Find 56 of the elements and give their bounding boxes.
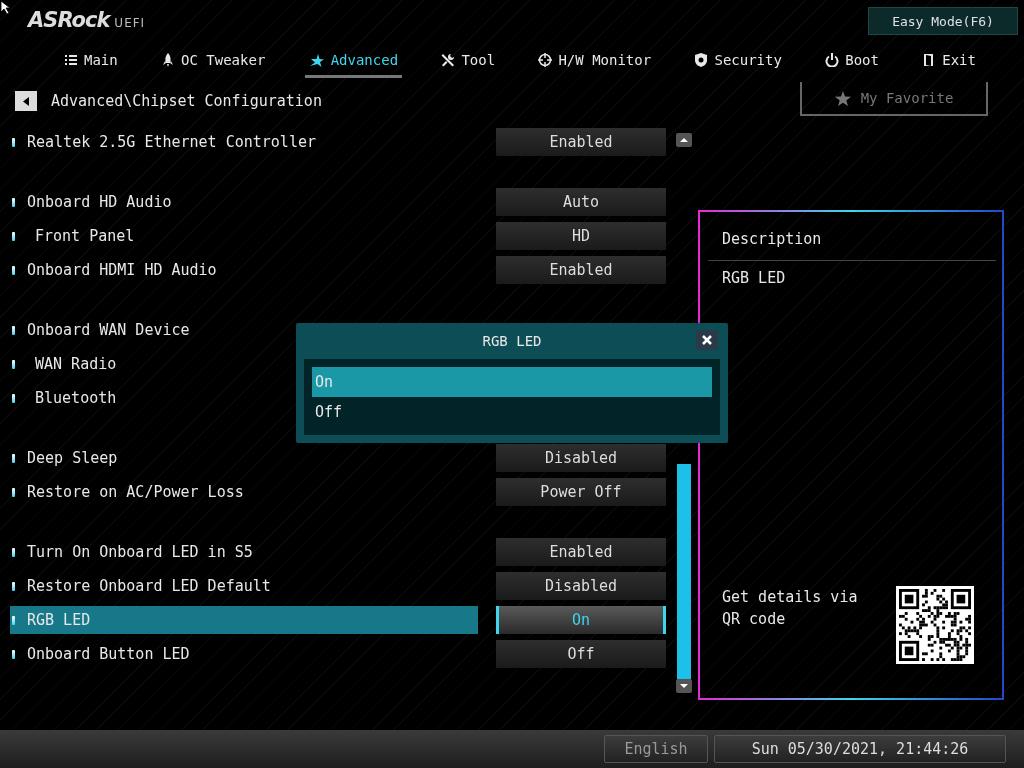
description-title: Description [708,212,996,261]
setting-item[interactable]: Onboard WAN Device [10,316,478,344]
nav-tab[interactable]: Advanced [304,44,403,78]
breadcrumb-path: Advanced\Chipset Configuration [51,92,322,110]
dialog-title: RGB LED [482,333,542,349]
crosshair-icon [538,52,553,67]
language-button[interactable]: English [604,735,708,763]
option-item[interactable]: Off [312,397,712,427]
setting-item[interactable]: Onboard HD Audio [10,188,478,216]
nav-tab[interactable]: Security [690,44,786,78]
power-icon [825,52,840,67]
setting-item[interactable]: Restore on AC/Power Loss [10,478,478,506]
setting-item[interactable]: Turn On Onboard LED in S5 [10,538,478,566]
setting-value-button[interactable]: Disabled [496,444,666,472]
tools-icon [441,52,456,67]
setting-item[interactable]: Onboard Button LED [10,640,478,668]
setting-value-button[interactable]: Enabled [496,128,666,156]
setting-value-button[interactable]: Power Off [496,478,666,506]
nav-tab[interactable]: H/W Monitor [534,44,656,78]
setting-value-button[interactable]: Disabled [496,572,666,600]
favorite-button[interactable]: My Favorite [800,82,988,116]
nav-tab[interactable]: Tool [437,44,500,78]
nav-tab[interactable]: Boot [821,44,883,78]
setting-item[interactable]: Front Panel [10,222,478,250]
nav-tab[interactable]: OC Tweaker [157,44,270,78]
rocket-icon [161,52,176,67]
date-time-display: Sun 05/30/2021, 21:44:26 [714,735,1006,763]
logo-suffix: UEFI [114,16,146,30]
description-text: RGB LED [721,268,787,289]
setting-item[interactable]: Onboard HDMI HD Audio [10,256,478,284]
close-icon [701,334,713,346]
list-icon [64,52,78,67]
setting-item[interactable]: Deep Sleep [10,444,478,472]
brand-logo: ASRock [28,8,110,32]
setting-value-button[interactable]: Enabled [496,256,666,284]
nav-tab[interactable]: Exit [918,44,980,78]
scrollbar-thumb[interactable] [677,464,691,679]
scroll-up-icon [676,133,692,147]
setting-item[interactable]: Realtek 2.5G Ethernet Controller [10,128,478,156]
back-arrow-icon [21,95,31,107]
mouse-cursor-icon [0,0,11,15]
setting-value-button[interactable]: Auto [496,188,666,216]
setting-value-button[interactable]: Off [496,640,666,668]
qr-hint-text: Get details via QR code [722,587,859,630]
shield-icon [694,52,709,67]
star-icon [834,90,851,106]
setting-value-button[interactable]: On [496,606,666,634]
setting-item[interactable]: Restore Onboard LED Default [10,572,478,600]
setting-value-button[interactable]: Enabled [496,538,666,566]
easy-mode-button[interactable]: Easy Mode(F6) [868,7,1018,35]
setting-item[interactable]: RGB LED [10,606,478,634]
setting-value-button[interactable]: HD [496,222,666,250]
close-button[interactable] [696,330,718,350]
nav-tab[interactable]: Main [60,44,122,78]
back-button[interactable] [15,91,37,111]
scroll-down-icon [676,679,692,693]
